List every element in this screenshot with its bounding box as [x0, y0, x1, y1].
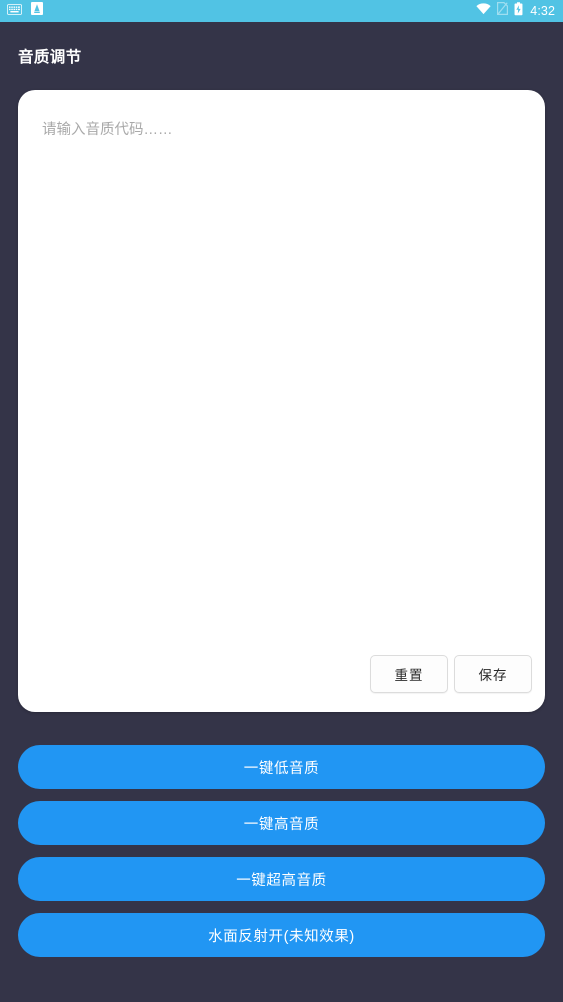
preset-button-list: 一键低音质 一键高音质 一键超高音质 水面反射开(未知效果) — [0, 712, 563, 957]
reset-button[interactable]: 重置 — [370, 655, 448, 693]
status-bar-right-icons: 4:32 — [476, 1, 555, 21]
app-notification-icon — [31, 2, 43, 20]
save-button[interactable]: 保存 — [454, 655, 532, 693]
status-bar-clock: 4:32 — [530, 3, 555, 18]
wifi-icon — [476, 2, 491, 20]
editor-card: 重置 保存 — [18, 90, 545, 712]
status-bar: 4:32 — [0, 0, 563, 22]
app-title-bar: 音质调节 — [0, 22, 563, 90]
page-title: 音质调节 — [18, 49, 82, 66]
preset-high-quality-button[interactable]: 一键高音质 — [18, 801, 545, 845]
editor-card-actions: 重置 保存 — [370, 655, 532, 693]
battery-charging-icon — [514, 1, 523, 21]
preset-ultra-high-quality-button[interactable]: 一键超高音质 — [18, 857, 545, 901]
status-bar-left-icons — [7, 2, 43, 20]
sim-card-icon — [497, 2, 509, 20]
preset-water-reflection-button[interactable]: 水面反射开(未知效果) — [18, 913, 545, 957]
keyboard-icon — [7, 2, 22, 20]
audio-code-input[interactable] — [18, 90, 545, 712]
preset-low-quality-button[interactable]: 一键低音质 — [18, 745, 545, 789]
editor-card-wrapper: 重置 保存 — [0, 90, 563, 712]
app-root: 4:32 音质调节 重置 保存 一键低音质 一键高音质 一键超高音质 水面反射开… — [0, 0, 563, 1002]
